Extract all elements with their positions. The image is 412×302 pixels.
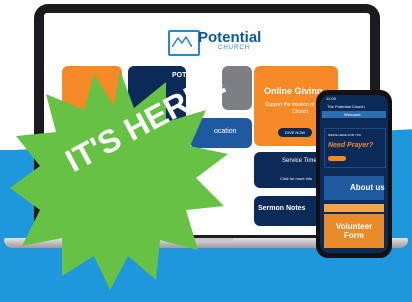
sermon-label: Sermon Notes bbox=[258, 205, 306, 212]
phone-app-title: The Potential Church bbox=[327, 104, 365, 109]
phone-welcome-label: Welcome bbox=[344, 112, 361, 117]
service-subtitle: Click for more info bbox=[280, 176, 313, 181]
logo-subtitle: CHURCH bbox=[218, 45, 250, 51]
phone-prayer-title: Need Prayer? bbox=[328, 142, 374, 149]
phone-prayer-kicker: WE'RE HERE FOR YOU bbox=[328, 133, 362, 137]
phone-prayer-button[interactable] bbox=[328, 156, 346, 161]
service-title: Service Times bbox=[282, 158, 320, 164]
mountain-icon bbox=[172, 35, 192, 47]
give-now-button[interactable]: GIVE NOW bbox=[278, 128, 312, 137]
logo-wordmark: Potential bbox=[198, 29, 262, 46]
phone-divider bbox=[324, 204, 384, 212]
phone-volunteer-label: Volunteer Form bbox=[335, 222, 373, 240]
giving-title: Online Giving bbox=[264, 86, 323, 96]
phone-about-label: About us bbox=[350, 183, 385, 192]
phone-status-time: 12:00 bbox=[326, 96, 337, 101]
